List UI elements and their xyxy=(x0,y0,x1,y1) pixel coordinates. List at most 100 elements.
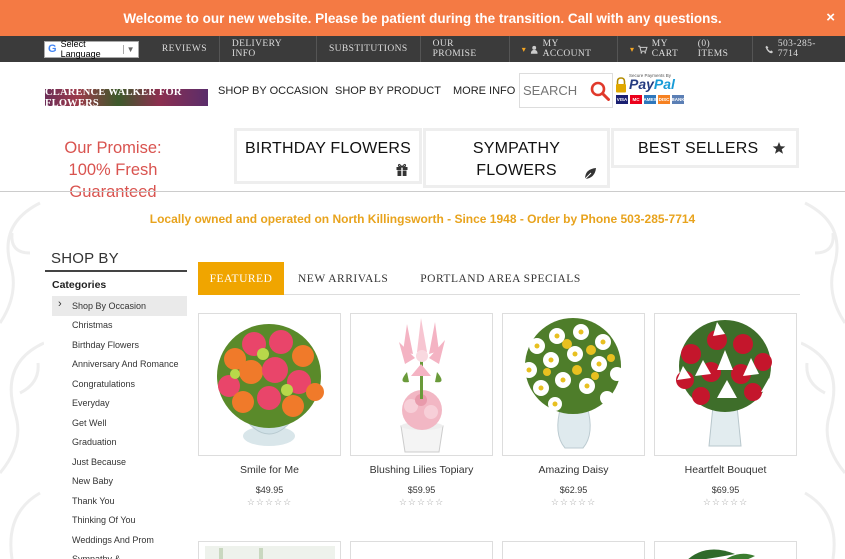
nav-substitutions[interactable]: SUBSTITUTIONS xyxy=(315,36,420,62)
sidebar-item-graduation[interactable]: Graduation xyxy=(52,433,187,453)
product-image[interactable] xyxy=(654,541,797,559)
language-select[interactable]: G Select Language ▼ xyxy=(44,39,139,59)
nav-shop-by-occasion[interactable]: SHOP BY OCCASION xyxy=(218,85,328,97)
phone-number: 503-285-7714 xyxy=(777,39,816,59)
cart-icon xyxy=(638,45,648,54)
sidebar-item-everyday[interactable]: Everyday xyxy=(52,394,187,414)
tab-featured[interactable]: FEATURED xyxy=(198,262,284,295)
sidebar-categories-label: Categories xyxy=(52,279,107,291)
cart-count: (0) ITEMS xyxy=(697,39,729,59)
sidebar-list: Shop By Occasion Christmas Birthday Flow… xyxy=(45,296,187,559)
banner-text: Welcome to our new website. Please be pa… xyxy=(123,10,722,26)
top-nav: G Select Language ▼ REVIEWS DELIVERY INF… xyxy=(0,36,845,62)
search-box xyxy=(519,73,613,108)
decorative-swirl-right xyxy=(801,201,845,559)
sidebar-item-weddings[interactable]: Weddings And Prom xyxy=(52,530,187,550)
sidebar-item-christmas[interactable]: Christmas xyxy=(52,316,187,336)
nav-reviews[interactable]: REVIEWS xyxy=(150,36,219,62)
sidebar-item-just-because[interactable]: Just Because xyxy=(52,452,187,472)
sidebar-item-shop-by-occasion[interactable]: Shop By Occasion xyxy=(52,296,187,316)
product-image[interactable] xyxy=(350,313,493,456)
sidebar-item-sympathy[interactable]: Sympathy & xyxy=(52,550,187,559)
promise-line-1: Our Promise: xyxy=(64,139,162,157)
announcement-banner: Welcome to our new website. Please be pa… xyxy=(0,0,845,36)
lock-icon xyxy=(616,77,626,93)
product-card[interactable]: Heartfelt Bouquet $69.95 ☆☆☆☆☆ xyxy=(654,313,797,508)
paypal-badge: Secure Payments By PayPal VISA MC AMEX D… xyxy=(615,73,685,107)
category-label: SYMPATHY FLOWERS xyxy=(472,140,561,179)
sidebar-item-anniversary[interactable]: Anniversary And Romance xyxy=(52,355,187,375)
site-logo[interactable]: CLARENCE WALKER FOR FLOWERS xyxy=(45,87,208,109)
nav-delivery-info[interactable]: DELIVERY INFO xyxy=(218,36,316,62)
nav-more-info[interactable]: MORE INFO xyxy=(453,85,515,97)
search-input[interactable] xyxy=(523,83,591,98)
rating-stars: ☆☆☆☆☆ xyxy=(398,497,445,507)
leaf-icon xyxy=(583,168,596,181)
sidebar-item-new-baby[interactable]: New Baby xyxy=(52,472,187,492)
product-image[interactable] xyxy=(502,313,645,456)
nav-our-promise[interactable]: OUR PROMISE xyxy=(419,36,509,62)
bank-icon: BANK xyxy=(671,95,685,104)
promise-line-2: 100% Fresh xyxy=(68,161,158,179)
product-price: $49.95 xyxy=(255,485,284,495)
mastercard-icon: MC xyxy=(630,95,642,104)
sidebar: SHOP BY Categories Shop By Occasion Chri… xyxy=(45,247,187,559)
product-image[interactable] xyxy=(198,313,341,456)
discover-icon: DISC xyxy=(658,95,670,104)
product-price: $69.95 xyxy=(711,485,740,495)
nav-my-cart[interactable]: ▾ MY CART (0) ITEMS xyxy=(617,36,752,62)
product-card[interactable]: Smile for Me $49.95 ☆☆☆☆☆ xyxy=(198,313,341,508)
close-icon[interactable]: × xyxy=(826,9,835,27)
tab-portland-area-specials[interactable]: PORTLAND AREA SPECIALS xyxy=(402,262,594,295)
caret-down-icon: ▾ xyxy=(521,44,527,54)
nav-my-account[interactable]: ▾ MY ACCOUNT xyxy=(508,36,617,62)
product-name[interactable]: Smile for Me xyxy=(198,464,341,478)
product-name[interactable]: Blushing Lilies Topiary xyxy=(350,464,493,478)
product-name[interactable]: Amazing Daisy xyxy=(502,464,645,478)
topiary-image xyxy=(399,318,445,453)
product-card[interactable]: Blushing Lilies Topiary $59.95 ☆☆☆☆☆ xyxy=(350,313,493,508)
paypal-brand-pay: Pay xyxy=(629,76,654,92)
product-price: $59.95 xyxy=(407,485,436,495)
sidebar-title: SHOP BY xyxy=(45,247,187,272)
sidebar-item-get-well[interactable]: Get Well xyxy=(52,413,187,433)
amex-icon: AMEX xyxy=(643,95,657,104)
product-image[interactable] xyxy=(350,541,493,559)
category-best-sellers[interactable]: BEST SELLERS xyxy=(611,128,799,168)
tab-new-arrivals[interactable]: NEW ARRIVALS xyxy=(284,262,402,295)
visa-icon: VISA xyxy=(616,95,628,104)
promise-line-3: Guaranteed xyxy=(69,183,157,201)
product-image[interactable] xyxy=(502,541,645,559)
sidebar-item-thinking-of-you[interactable]: Thinking Of You xyxy=(52,511,187,531)
product-tabs: FEATURED NEW ARRIVALS PORTLAND AREA SPEC… xyxy=(198,262,800,295)
divider xyxy=(0,191,845,192)
phone-icon xyxy=(765,45,774,53)
product-price: $62.95 xyxy=(559,485,588,495)
daisy-image xyxy=(521,318,624,449)
caret-down-icon: ▾ xyxy=(630,44,635,54)
rating-stars: ☆☆☆☆☆ xyxy=(550,497,597,507)
product-image[interactable] xyxy=(198,541,341,559)
category-sympathy-flowers[interactable]: SYMPATHY FLOWERS xyxy=(423,128,610,188)
sidebar-item-congratulations[interactable]: Congratulations xyxy=(52,374,187,394)
gift-icon xyxy=(396,163,408,176)
heartfelt-bouquet-image xyxy=(676,320,775,447)
category-label: BIRTHDAY FLOWERS xyxy=(245,140,411,157)
product-thumbnail xyxy=(688,549,755,559)
paypal-logo: PayPal xyxy=(629,76,675,92)
category-birthday-flowers[interactable]: BIRTHDAY FLOWERS xyxy=(234,128,422,184)
bouquet-image xyxy=(217,324,324,446)
sidebar-item-birthday-flowers[interactable]: Birthday Flowers xyxy=(52,335,187,355)
nav-shop-by-product[interactable]: SHOP BY PRODUCT xyxy=(335,85,441,97)
nav-phone[interactable]: 503-285-7714 xyxy=(752,36,845,62)
promise-text: Our Promise: 100% Fresh Guaranteed xyxy=(40,137,186,203)
sidebar-item-thank-you[interactable]: Thank You xyxy=(52,491,187,511)
product-name[interactable]: Heartfelt Bouquet xyxy=(654,464,797,478)
product-image[interactable] xyxy=(654,313,797,456)
category-label: BEST SELLERS xyxy=(638,140,759,157)
paypal-brand-pal: Pal xyxy=(653,76,675,92)
search-icon[interactable] xyxy=(590,81,610,101)
rating-stars: ☆☆☆☆☆ xyxy=(246,497,293,507)
chevron-down-icon: ▼ xyxy=(122,44,138,54)
product-card[interactable]: Amazing Daisy $62.95 ☆☆☆☆☆ xyxy=(502,313,645,508)
